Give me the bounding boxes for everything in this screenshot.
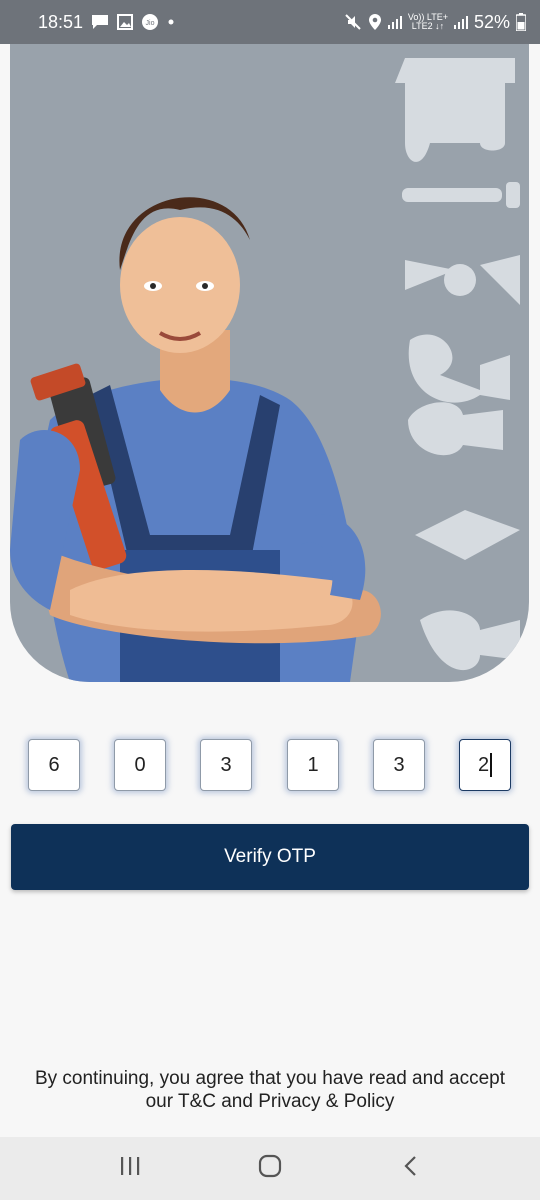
svg-text:Jio: Jio — [146, 20, 155, 27]
location-icon — [368, 13, 382, 31]
message-icon — [91, 14, 109, 30]
verify-otp-button[interactable]: Verify OTP — [11, 824, 529, 890]
otp-digit-6-value: 2 — [477, 753, 490, 776]
otp-digit-2[interactable]: 0 — [114, 739, 166, 791]
otp-digit-4-value: 1 — [307, 753, 319, 776]
home-button[interactable] — [240, 1149, 300, 1189]
otp-digit-5[interactable]: 3 — [373, 739, 425, 791]
otp-digit-6[interactable]: 2 — [459, 739, 511, 791]
mute-icon — [344, 13, 362, 31]
signal-icon — [387, 15, 402, 29]
otp-digit-2-value: 0 — [134, 753, 146, 776]
battery-icon — [516, 13, 526, 31]
otp-digit-3-value: 3 — [220, 753, 232, 776]
back-icon — [403, 1155, 417, 1182]
battery-percent: 52% — [473, 11, 510, 32]
dot-icon — [167, 18, 175, 26]
back-button[interactable] — [380, 1149, 440, 1189]
otp-digit-1[interactable]: 6 — [28, 739, 80, 791]
terms-text: By continuing, you agree that you have r… — [0, 1067, 540, 1113]
recent-apps-icon — [119, 1156, 141, 1181]
text-cursor — [490, 753, 493, 777]
otp-digit-5-value: 3 — [393, 753, 405, 776]
gallery-icon — [117, 14, 134, 30]
otp-digit-1-value: 6 — [48, 753, 60, 776]
system-nav-bar — [0, 1137, 540, 1200]
status-time: 18:51 — [38, 11, 84, 32]
volte-indicator: Vo)) LTE+ LTE2 ↓↑ — [408, 13, 448, 31]
home-icon — [258, 1154, 282, 1183]
volte-bottom: LTE2 ↓↑ — [411, 21, 445, 31]
terms-line-1: By continuing, you agree that you have r… — [34, 1068, 506, 1089]
signal-icon-2 — [453, 15, 468, 29]
status-bar: 18:51 Jio Vo)) LTE+ LTE2 ↓↑ 52% — [0, 0, 540, 44]
otp-input-row: 6 0 3 1 3 2 — [0, 739, 540, 791]
terms-line-2[interactable]: our T&C and Privacy & Policy — [0, 1090, 540, 1113]
jio-icon: Jio — [141, 13, 159, 31]
tools-silhouette-icon — [395, 58, 520, 671]
hero-illustration — [10, 0, 529, 682]
otp-digit-3[interactable]: 3 — [200, 739, 252, 791]
otp-digit-4[interactable]: 1 — [287, 739, 339, 791]
recent-apps-button[interactable] — [100, 1149, 160, 1189]
